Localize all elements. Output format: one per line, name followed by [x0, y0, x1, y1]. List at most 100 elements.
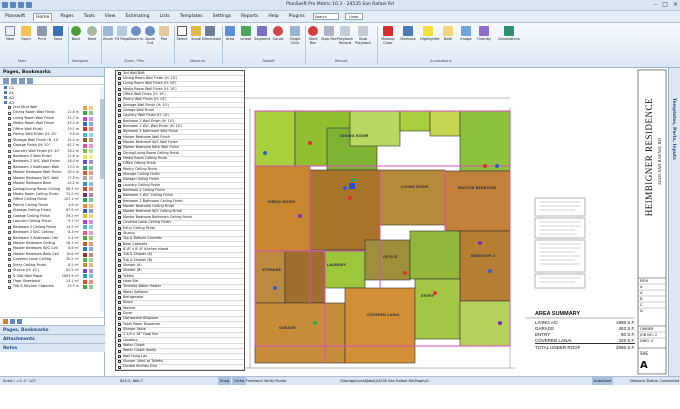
search-input[interactable]: Search — [312, 13, 339, 20]
count-button[interactable]: Count — [270, 26, 286, 41]
color-swatch[interactable] — [83, 198, 87, 203]
bookmark-checkbox[interactable] — [8, 160, 11, 164]
color-swatch[interactable] — [83, 176, 87, 181]
area-button[interactable]: Area — [222, 26, 238, 41]
bookmark-checkbox[interactable] — [8, 236, 11, 240]
color-swatch-2[interactable] — [89, 198, 93, 203]
color-swatch[interactable] — [83, 236, 87, 241]
bookmark-checkbox[interactable] — [8, 127, 11, 131]
color-swatch-2[interactable] — [89, 241, 93, 246]
color-swatch-2[interactable] — [89, 252, 93, 257]
snap-toggle[interactable]: Snap — [218, 377, 232, 385]
color-swatch[interactable] — [83, 116, 87, 121]
color-swatch[interactable] — [83, 187, 87, 192]
color-swatch-2[interactable] — [89, 138, 93, 143]
open-button[interactable]: Open — [18, 26, 34, 41]
color-swatch[interactable] — [83, 127, 87, 132]
stop-playback-button[interactable]: Stop Playback — [355, 26, 371, 45]
save-button[interactable]: Save — [50, 26, 66, 41]
color-swatch-2[interactable] — [89, 274, 93, 279]
attachments-tab[interactable]: Attachments — [0, 334, 105, 343]
color-swatch-2[interactable] — [89, 203, 93, 208]
verify-points-toggle[interactable]: Verify Points — [264, 377, 286, 385]
color-swatch-2[interactable] — [89, 268, 93, 273]
right-side-panel[interactable]: Templates, Parts, Inputs — [668, 68, 680, 376]
menu-view[interactable]: View — [103, 13, 118, 20]
color-swatch-2[interactable] — [89, 209, 93, 213]
note-button[interactable]: Note — [440, 26, 456, 41]
undo-button[interactable]: Undo — [344, 13, 363, 20]
bookmark-checkbox[interactable] — [8, 285, 11, 289]
menu-help[interactable]: Help — [266, 13, 280, 20]
delete-page-icon[interactable] — [11, 78, 17, 84]
bookmark-checkbox[interactable] — [8, 220, 11, 224]
bookmark-checkbox[interactable] — [8, 198, 11, 202]
color-swatch[interactable] — [83, 230, 87, 235]
freehand-toggle[interactable]: Freehand — [246, 377, 263, 385]
color-swatch-2[interactable] — [89, 143, 93, 148]
menu-pages[interactable]: Pages — [58, 13, 75, 20]
bookmark-item[interactable]: Tile & Kitchen Cabinets 13.5 m — [0, 284, 104, 290]
segment-button[interactable]: Segment — [254, 26, 270, 41]
color-swatch[interactable] — [83, 203, 87, 208]
autosave-indicator[interactable]: AutoSave — [592, 377, 614, 385]
color-swatch[interactable] — [83, 247, 87, 252]
menu-tools[interactable]: Tools — [82, 13, 97, 20]
color-swatch[interactable] — [83, 257, 87, 262]
color-swatch[interactable] — [83, 209, 87, 213]
markups-button[interactable]: Markups — [400, 26, 416, 41]
color-swatch-2[interactable] — [89, 160, 93, 165]
color-swatch-2[interactable] — [89, 230, 93, 235]
notes-tab[interactable]: Notes — [0, 343, 105, 352]
bookmark-add-icon[interactable] — [3, 319, 8, 324]
add-page-icon[interactable] — [3, 78, 9, 84]
color-swatch[interactable] — [83, 225, 87, 230]
color-swatch-2[interactable] — [89, 181, 93, 186]
bookmark-checkbox[interactable] — [8, 274, 11, 278]
overlay-button[interactable]: Overlay — [476, 26, 492, 41]
dimension-button[interactable]: Dimension — [202, 26, 221, 41]
color-swatch-2[interactable] — [89, 279, 93, 284]
color-swatch[interactable] — [83, 268, 87, 273]
new-button[interactable]: New — [2, 26, 18, 41]
menu-plugins[interactable]: Plugins — [287, 13, 307, 20]
color-swatch-2[interactable] — [89, 132, 93, 137]
bookmark-checkbox[interactable] — [8, 106, 11, 110]
bookmark-checkbox[interactable] — [8, 258, 11, 262]
menu-estimating[interactable]: Estimating — [123, 13, 151, 20]
color-swatch[interactable] — [83, 285, 87, 290]
back-button[interactable]: Back — [68, 26, 84, 41]
color-swatch[interactable] — [83, 181, 87, 186]
color-swatch[interactable] — [83, 192, 87, 197]
bookmark-checkbox[interactable] — [8, 122, 11, 126]
color-swatch-2[interactable] — [89, 214, 93, 219]
color-swatch-2[interactable] — [89, 116, 93, 121]
color-swatch-2[interactable] — [89, 111, 93, 116]
bookmark-checkbox[interactable] — [8, 214, 11, 218]
image-button[interactable]: Image — [458, 26, 474, 41]
single-click-button[interactable]: Single Click — [287, 26, 303, 45]
color-swatch-2[interactable] — [89, 122, 93, 126]
color-swatch[interactable] — [83, 170, 87, 175]
highlighter-button[interactable]: Highlighter — [420, 26, 440, 41]
color-swatch-2[interactable] — [89, 236, 93, 241]
bookmark-checkbox[interactable] — [8, 209, 11, 213]
start-record-button[interactable]: Start Rec — [305, 26, 321, 45]
color-swatch-2[interactable] — [89, 149, 93, 154]
menu-templates[interactable]: Templates — [178, 13, 205, 20]
color-swatch-2[interactable] — [89, 105, 93, 110]
close-icon[interactable]: × — [673, 1, 678, 8]
bookmark-checkbox[interactable] — [8, 182, 11, 186]
menu-lists[interactable]: Lists — [158, 13, 172, 20]
color-swatch[interactable] — [83, 252, 87, 257]
bookmark-checkbox[interactable] — [8, 204, 11, 208]
color-swatch-2[interactable] — [89, 154, 93, 159]
templates-parts-inputs-tab[interactable]: Templates, Parts, Inputs — [671, 98, 676, 160]
bookmark-checkbox[interactable] — [8, 144, 11, 148]
bookmark-checkbox[interactable] — [8, 111, 11, 115]
plan-canvas[interactable]: 3rd Wall Bldt Dining Room Wall Finish (H:… — [105, 68, 668, 376]
color-swatch[interactable] — [83, 165, 87, 170]
menu-reports[interactable]: Reports — [239, 13, 260, 20]
bookmark-checkbox[interactable] — [8, 247, 11, 251]
refresh-icon[interactable] — [27, 78, 33, 84]
